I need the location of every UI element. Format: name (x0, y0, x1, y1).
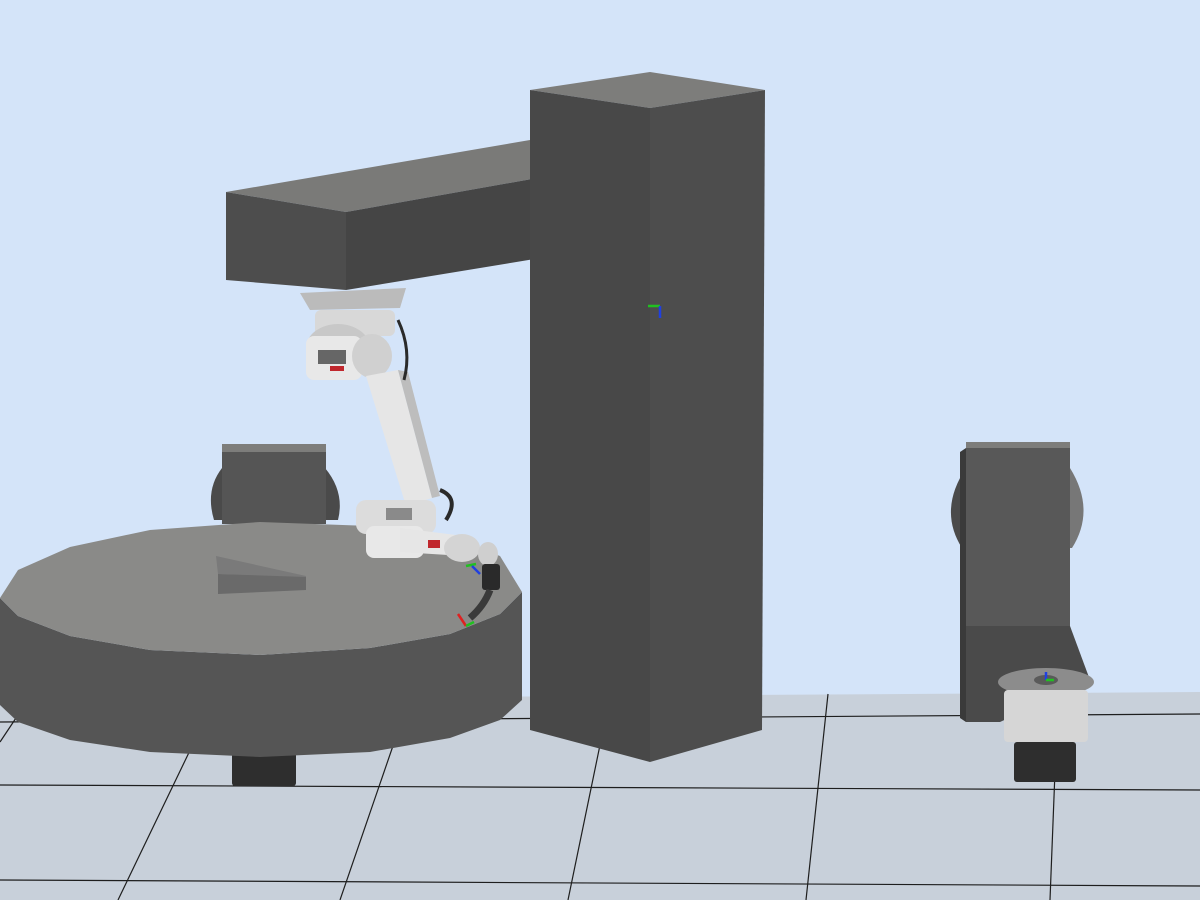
headstock-column-top (966, 442, 1070, 448)
3d-viewport[interactable] (0, 0, 1200, 900)
robot-forearm-mark (428, 540, 440, 548)
robot-cell-scene[interactable] (0, 0, 1200, 900)
headstock-foot (1014, 742, 1076, 782)
gantry-column-front (530, 90, 650, 762)
gantry-column-side (650, 90, 765, 762)
gantry-column[interactable] (530, 72, 765, 762)
robot-base (306, 310, 395, 380)
headstock-motor (1004, 690, 1088, 742)
headstock-column-side (960, 448, 966, 722)
turntable-rear-pillar (210, 444, 340, 524)
headstock-column (966, 442, 1070, 626)
